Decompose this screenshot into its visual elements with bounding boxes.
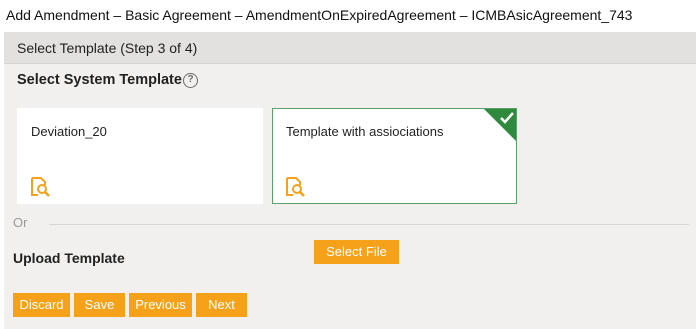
- template-card-deviation-20[interactable]: Deviation_20: [17, 108, 263, 204]
- or-divider-label: Or: [13, 215, 28, 230]
- window-title: Add Amendment – Basic Agreement – Amendm…: [6, 7, 633, 23]
- template-card-name: Deviation_20: [31, 124, 107, 139]
- step-header: Select Template (Step 3 of 4): [4, 32, 696, 64]
- step-title: Select Template (Step 3 of 4): [17, 40, 198, 56]
- save-button[interactable]: Save: [74, 293, 125, 317]
- upload-template-label: Upload Template: [13, 250, 125, 266]
- discard-button[interactable]: Discard: [13, 293, 70, 317]
- preview-search-icon[interactable]: [29, 176, 51, 198]
- wizard-panel: Select Template (Step 3 of 4) Select Sys…: [4, 32, 696, 329]
- selected-check-icon: [484, 109, 516, 141]
- preview-search-icon[interactable]: [284, 176, 306, 198]
- section-title: Select System Template: [17, 72, 182, 88]
- select-file-button[interactable]: Select File: [314, 240, 399, 264]
- divider-line: [49, 224, 689, 225]
- previous-button[interactable]: Previous: [129, 293, 192, 317]
- template-card-template-with-assiociations[interactable]: Template with assiociations: [272, 108, 517, 204]
- help-circle-icon[interactable]: ?: [183, 73, 198, 88]
- template-card-name: Template with assiociations: [286, 124, 444, 139]
- next-button[interactable]: Next: [196, 293, 247, 317]
